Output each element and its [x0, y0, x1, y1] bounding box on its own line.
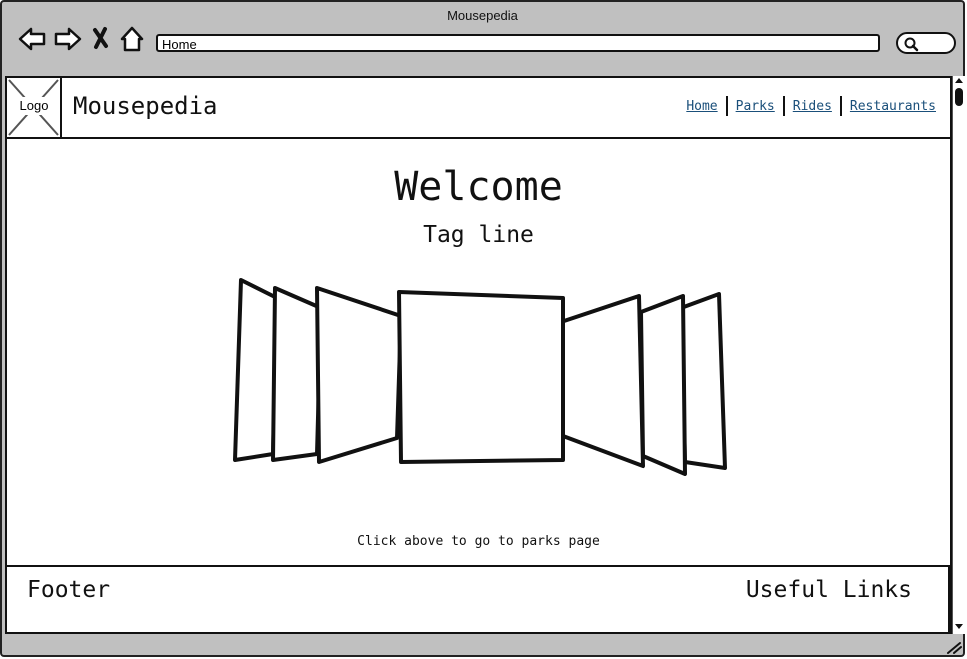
- cover-flow-image: [233, 278, 727, 476]
- carousel-caption: Click above to go to parks page: [357, 534, 600, 549]
- site-header: Logo Mousepedia Home Parks Rides Restaur…: [7, 78, 950, 139]
- home-icon[interactable]: [117, 24, 147, 54]
- nav-link-rides[interactable]: Rides: [793, 99, 832, 114]
- nav-separator: [725, 96, 728, 116]
- nav-separator: [782, 96, 785, 116]
- page-viewport: Logo Mousepedia Home Parks Rides Restaur…: [5, 76, 952, 634]
- window-title: Mousepedia: [447, 8, 518, 23]
- scroll-thumb[interactable]: [955, 88, 963, 106]
- search-field[interactable]: [896, 32, 956, 54]
- nav-link-home[interactable]: Home: [686, 99, 717, 114]
- stop-icon[interactable]: [90, 24, 120, 54]
- status-bar: [5, 636, 965, 656]
- scroll-down-icon[interactable]: [955, 624, 963, 629]
- site-footer: Footer Useful Links: [7, 565, 950, 632]
- forward-arrow-icon[interactable]: [53, 24, 83, 54]
- footer-label: Footer: [27, 577, 111, 603]
- back-arrow-icon[interactable]: [17, 24, 47, 54]
- vertical-scrollbar[interactable]: [952, 76, 965, 634]
- cover-flow-carousel[interactable]: [229, 276, 729, 476]
- nav-link-parks[interactable]: Parks: [736, 99, 775, 114]
- scroll-up-icon[interactable]: [955, 78, 963, 83]
- page-title: Welcome: [394, 164, 563, 210]
- main-nav: Home Parks Rides Restaurants: [686, 96, 936, 116]
- logo-placeholder[interactable]: Logo: [7, 78, 62, 137]
- address-bar[interactable]: Home: [156, 34, 880, 52]
- useful-links[interactable]: Useful Links: [746, 577, 912, 603]
- browser-window: Mousepedia Home Logo Mousepedia Home Par…: [0, 0, 965, 657]
- logo-label: Logo: [14, 97, 54, 115]
- nav-link-restaurants[interactable]: Restaurants: [850, 99, 936, 114]
- search-icon: [904, 37, 919, 52]
- resize-grip-icon[interactable]: [946, 640, 962, 654]
- tag-line: Tag line: [423, 222, 534, 248]
- site-name: Mousepedia: [73, 92, 218, 120]
- nav-separator: [839, 96, 842, 116]
